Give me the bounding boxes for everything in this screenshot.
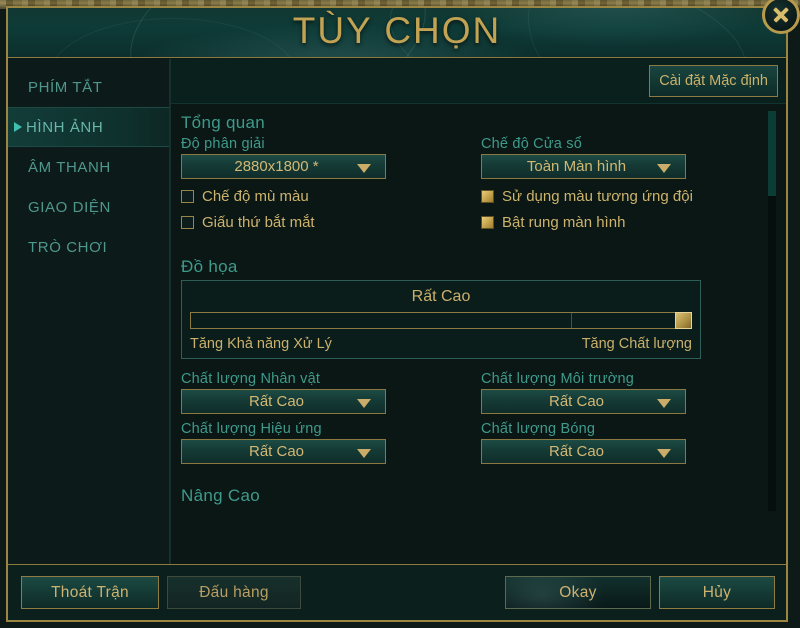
quit-game-label: Thoát Trận <box>51 583 129 601</box>
environment-quality-dropdown[interactable]: Rất Cao <box>481 389 686 414</box>
checkbox-hide-eye-candy[interactable]: Giấu thứ bắt mắt <box>181 209 481 235</box>
overview-checkbox-rows: Chế độ mù màu Giấu thứ bắt mắt Sử dụng m… <box>181 183 786 235</box>
title-bar: TÙY CHỌN <box>8 8 786 58</box>
checkbox-icon <box>181 215 194 229</box>
window-mode-label: Chế độ Cửa sổ <box>481 136 582 152</box>
chevron-down-icon <box>657 163 671 173</box>
okay-label: Okay <box>559 583 597 601</box>
cancel-label: Hủy <box>702 583 732 601</box>
window-mode-dropdown[interactable]: Toàn Màn hình <box>481 154 686 179</box>
quit-game-button[interactable]: Thoát Trận <box>21 576 159 609</box>
environment-quality-value: Rất Cao <box>548 393 605 410</box>
checkbox-icon-checked <box>481 215 494 229</box>
overview-checkboxes-left: Chế độ mù màu Giấu thứ bắt mắt <box>181 183 481 235</box>
checkbox-screen-shake[interactable]: Bật rung màn hình <box>481 209 781 235</box>
chevron-down-icon <box>357 448 371 458</box>
slider-end-labels: Tăng Khả năng Xử Lý Tăng Chất lượng <box>190 336 692 352</box>
sidebar-item-gameplay[interactable]: TRÒ CHƠI <box>8 227 169 267</box>
checkbox-icon <box>181 189 194 203</box>
close-button[interactable] <box>762 0 800 34</box>
shadow-quality-value: Rất Cao <box>548 443 605 460</box>
sidebar-item-label: TRÒ CHƠI <box>28 238 108 256</box>
chevron-down-icon <box>657 448 671 458</box>
scrollbar-thumb[interactable] <box>768 111 776 196</box>
environment-quality-label: Chất lượng Môi trường <box>481 371 635 387</box>
slider-label-quality: Tăng Chất lượng <box>581 336 692 352</box>
character-quality-value: Rất Cao <box>248 393 305 410</box>
resolution-dropdown[interactable]: 2880x1800 * <box>181 154 386 179</box>
window-mode-value: Toàn Màn hình <box>526 158 627 175</box>
chevron-right-icon <box>14 122 22 132</box>
effects-quality-value: Rất Cao <box>248 443 305 460</box>
checkbox-colorblind-mode[interactable]: Chế độ mù màu <box>181 183 481 209</box>
sidebar-item-video[interactable]: HÌNH ẢNH <box>8 107 169 147</box>
effects-quality-label: Chất lượng Hiệu ứng <box>181 421 322 437</box>
sidebar-item-label: GIAO DIỆN <box>28 198 111 216</box>
sidebar-item-hotkeys[interactable]: PHÍM TẮT <box>8 67 169 107</box>
checkbox-label: Bật rung màn hình <box>502 213 626 231</box>
character-quality-dropdown[interactable]: Rất Cao <box>181 389 386 414</box>
checkbox-label: Chế độ mù màu <box>202 187 309 205</box>
footer-bar: Thoát Trận Đấu hàng Okay Hủy <box>8 564 786 620</box>
checkbox-icon-checked <box>481 189 494 203</box>
settings-scrollbar[interactable] <box>768 111 776 511</box>
okay-button[interactable]: Okay <box>505 576 651 609</box>
shadow-quality-label: Chất lượng Bóng <box>481 421 596 437</box>
sidebar-item-label: ÂM THANH <box>28 158 111 176</box>
options-window: TÙY CHỌN PHÍM TẮT HÌNH ẢNH ÂM THANH GIAO… <box>0 0 800 628</box>
character-quality-label: Chất lượng Nhân vật <box>181 371 321 387</box>
surrender-label: Đấu hàng <box>199 583 269 601</box>
checkbox-team-colors[interactable]: Sử dụng màu tương ứng đội <box>481 183 781 209</box>
options-dialog: TÙY CHỌN PHÍM TẮT HÌNH ẢNH ÂM THANH GIAO… <box>6 6 788 622</box>
section-title-graphics: Đồ họa <box>181 257 238 276</box>
sidebar-item-interface[interactable]: GIAO DIỆN <box>8 187 169 227</box>
restore-defaults-button[interactable]: Cài đặt Mặc định <box>649 65 778 97</box>
settings-scroll-area[interactable]: Tổng quan Độ phân giải 2880x1800 * Chế đ… <box>171 105 786 518</box>
content-panel: Cài đặt Mặc định Tổng quan Độ phân giải … <box>170 59 786 564</box>
chevron-down-icon <box>357 163 371 173</box>
overview-dropdown-row: Độ phân giải 2880x1800 * Chế độ Cửa sổ T… <box>181 136 786 179</box>
effects-quality-field: Chất lượng Hiệu ứng Rất Cao <box>181 421 481 464</box>
slider-tick <box>571 313 572 328</box>
graphics-quality-slider-box: Rất Cao Tăng Khả năng Xử Lý Tăng Chất lư… <box>181 280 701 359</box>
slider-handle[interactable] <box>675 312 692 329</box>
overview-checkboxes-right: Sử dụng màu tương ứng đội Bật rung màn h… <box>481 183 781 235</box>
shadow-quality-field: Chất lượng Bóng Rất Cao <box>481 421 781 464</box>
resolution-value: 2880x1800 * <box>234 158 319 175</box>
checkbox-label: Sử dụng màu tương ứng đội <box>502 187 693 205</box>
page-title: TÙY CHỌN <box>292 10 502 51</box>
section-title-advanced: Nâng Cao <box>181 486 260 505</box>
dialog-body: PHÍM TẮT HÌNH ẢNH ÂM THANH GIAO DIỆN TRÒ… <box>8 59 786 564</box>
window-mode-field: Chế độ Cửa sổ Toàn Màn hình <box>481 136 781 179</box>
restore-defaults-label: Cài đặt Mặc định <box>659 73 768 89</box>
section-title-overview: Tổng quan <box>181 113 265 132</box>
effects-quality-dropdown[interactable]: Rất Cao <box>181 439 386 464</box>
surrender-button[interactable]: Đấu hàng <box>167 576 301 609</box>
sidebar: PHÍM TẮT HÌNH ẢNH ÂM THANH GIAO DIỆN TRÒ… <box>8 59 170 564</box>
graphics-quality-slider[interactable] <box>190 312 692 329</box>
defaults-row: Cài đặt Mặc định <box>171 59 786 104</box>
chevron-down-icon <box>357 398 371 408</box>
shadow-quality-dropdown[interactable]: Rất Cao <box>481 439 686 464</box>
resolution-field: Độ phân giải 2880x1800 * <box>181 136 481 179</box>
graphics-quality-value: Rất Cao <box>411 288 471 305</box>
sidebar-item-label: HÌNH ẢNH <box>26 118 104 136</box>
sidebar-item-label: PHÍM TẮT <box>28 78 103 96</box>
chevron-down-icon <box>657 398 671 408</box>
cancel-button[interactable]: Hủy <box>659 576 775 609</box>
sidebar-item-audio[interactable]: ÂM THANH <box>8 147 169 187</box>
checkbox-label: Giấu thứ bắt mắt <box>202 213 315 231</box>
slider-label-performance: Tăng Khả năng Xử Lý <box>190 336 332 352</box>
character-quality-field: Chất lượng Nhân vật Rất Cao <box>181 371 481 414</box>
quality-dropdown-row-2: Chất lượng Hiệu ứng Rất Cao Chất lượng B… <box>181 421 786 464</box>
environment-quality-field: Chất lượng Môi trường Rất Cao <box>481 371 781 414</box>
quality-dropdown-row-1: Chất lượng Nhân vật Rất Cao Chất lượng M… <box>181 371 786 414</box>
resolution-label: Độ phân giải <box>181 136 265 152</box>
